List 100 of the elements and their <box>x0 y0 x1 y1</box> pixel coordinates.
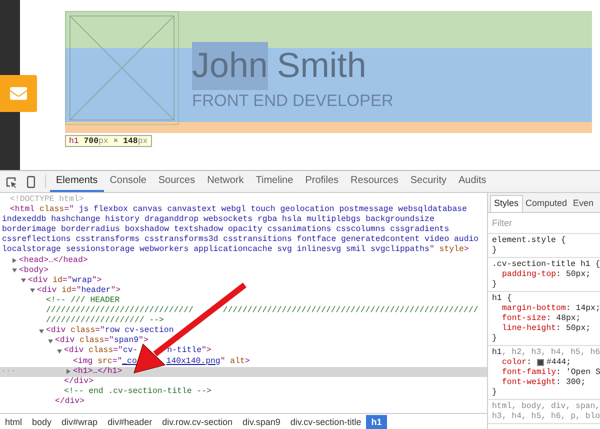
breadcrumb-item[interactable]: h1 <box>366 414 387 428</box>
css-property: padding-top <box>502 270 556 280</box>
markup-text: wrap <box>72 276 92 286</box>
markup-text: =" <box>62 276 72 286</box>
css-colon: : <box>556 324 561 334</box>
css-selector: .cv-section-title h1 <box>492 260 590 270</box>
devtools-tab[interactable]: Resources <box>344 171 404 192</box>
inspect-icon[interactable] <box>6 177 17 188</box>
css-brace: } <box>492 246 498 256</box>
markup-text: "> <box>202 346 212 356</box>
source-link[interactable]: _co <box>122 356 137 367</box>
filter-field[interactable]: Filter <box>488 213 600 234</box>
disclosure-triangle-icon[interactable] <box>39 328 44 334</box>
markup-text: </div> <box>55 396 84 407</box>
markup-text: =" <box>71 286 82 296</box>
markup-text: <img <box>73 356 93 367</box>
css-brace: } <box>492 334 498 344</box>
row-ellipsis: ··· <box>1 366 16 377</box>
markup-text: cssreflections csstransforms csstransforms3d csstransitions fontface generatedcontent video audio <box>2 235 479 245</box>
markup-text: =" <box>113 346 123 356</box>
css-brace: { <box>560 236 566 246</box>
breadcrumb-item[interactable]: div.span9 <box>237 414 286 428</box>
css-colon: : <box>556 368 561 378</box>
css-colon: : <box>526 358 532 368</box>
markup-text: id <box>52 276 62 286</box>
breadcrumb-item[interactable]: body <box>27 414 57 428</box>
device-icon[interactable] <box>27 176 35 188</box>
css-selector: , h2, h3, h4, h5, h6 <box>502 348 600 358</box>
css-colon: : <box>546 314 552 324</box>
markup-text: class <box>88 346 114 356</box>
css-property: line-height <box>502 324 556 334</box>
markup-text: ////////////////////////////// <box>46 306 194 316</box>
css-property: font-weight <box>502 378 556 388</box>
markup-text: <!-- /// HEADER <box>46 296 120 306</box>
devtools-tab[interactable]: Sources <box>152 171 202 192</box>
markup-text: indexeddb hashchange history draganddrop websockets rgba hsla multiplebgs backgroundsize <box>2 215 434 225</box>
disclosure-triangle-icon[interactable] <box>12 258 17 264</box>
devtools-tab[interactable]: Audits <box>452 171 492 192</box>
markup-text: span9 <box>114 336 139 346</box>
disclosure-triangle-icon[interactable] <box>21 278 26 284</box>
markup-text: "> <box>138 336 148 346</box>
css-property: font-size <box>502 314 546 324</box>
markup-text: src <box>96 356 112 367</box>
css-colon: : <box>556 270 561 280</box>
breadcrumb-item[interactable]: div.row.cv-section <box>157 414 238 428</box>
breadcrumb-item[interactable]: html <box>0 414 28 428</box>
devtools-tab[interactable]: Elements <box>50 171 104 192</box>
source-link[interactable]: 140x140.png <box>166 356 220 367</box>
devtools-tab[interactable]: Security <box>404 171 452 192</box>
markup-text: =" <box>95 326 105 336</box>
disclosure-triangle-icon[interactable] <box>48 338 53 344</box>
css-value: 50px; <box>566 270 591 280</box>
markup-text: <div <box>37 286 57 296</box>
markup-text: " <box>429 245 434 256</box>
markup-text: <div <box>55 336 75 346</box>
markup-text: <!-- end .cv-section-title --> <box>64 386 212 397</box>
markup-text: //////////////////////////////////////////////////// <box>222 306 478 316</box>
disclosure-triangle-icon[interactable] <box>12 268 17 274</box>
name-heading-word: Smith <box>276 45 366 87</box>
styles-tab[interactable]: Computed <box>522 195 570 212</box>
breadcrumb-item[interactable]: div.cv-section-title <box>285 414 366 428</box>
markup-text: class <box>38 205 64 215</box>
markup-text: <body> <box>19 266 48 276</box>
markup-text: <div <box>46 326 66 336</box>
css-colon: : <box>566 304 571 314</box>
markup-text: <h1>…</h1> <box>73 366 122 377</box>
markup-text: " <box>220 356 226 367</box>
markup-text: style <box>438 245 464 256</box>
disclosure-triangle-icon[interactable] <box>57 348 62 354</box>
dimension-tooltip: h1 700px × 148px <box>65 135 152 147</box>
css-value: #444; <box>546 358 572 368</box>
css-property: font-family <box>502 368 556 378</box>
selected-row[interactable]: ··· <h1>…</h1> <box>0 366 487 377</box>
disclosure-triangle-icon[interactable] <box>66 369 71 374</box>
css-value: 48px; <box>556 314 581 324</box>
devtools-tab[interactable]: Profiles <box>299 171 345 192</box>
color-swatch[interactable] <box>536 359 544 366</box>
markup-text: //////////////////// --> <box>46 316 164 326</box>
devtools-tab[interactable]: Network <box>201 171 250 192</box>
markup-text: </div> <box>64 376 94 387</box>
css-value: 14px; <box>576 304 600 314</box>
markup-text: <head>…</head> <box>19 256 88 266</box>
css-selector: html, body, div, span, <box>492 402 600 412</box>
disclosure-triangle-icon[interactable] <box>30 288 35 294</box>
devtools-tab[interactable]: Console <box>104 171 152 192</box>
css-property: margin-bottom <box>502 304 566 314</box>
markup-text: id <box>60 286 72 296</box>
breadcrumb-item[interactable]: div#header <box>102 414 158 428</box>
markup-text: "> <box>110 286 121 296</box>
markup-text: <html <box>10 205 35 215</box>
styles-tab[interactable]: Even <box>570 195 597 212</box>
markup-text: alt <box>229 356 245 367</box>
devtools-tab[interactable]: Timeline <box>250 171 300 192</box>
styles-tab[interactable]: Styles <box>490 195 523 212</box>
name-heading-word: John <box>192 42 268 90</box>
markup-text: js flexbox canvas canvastext webgl touch geolocation postmessage websqldatabase <box>78 205 467 215</box>
markup-text: header <box>81 286 111 296</box>
mail-icon <box>10 85 27 102</box>
markup-text: <!DOCTYPE html> <box>10 195 84 205</box>
breadcrumb-item[interactable]: div#wrap <box>56 414 103 428</box>
